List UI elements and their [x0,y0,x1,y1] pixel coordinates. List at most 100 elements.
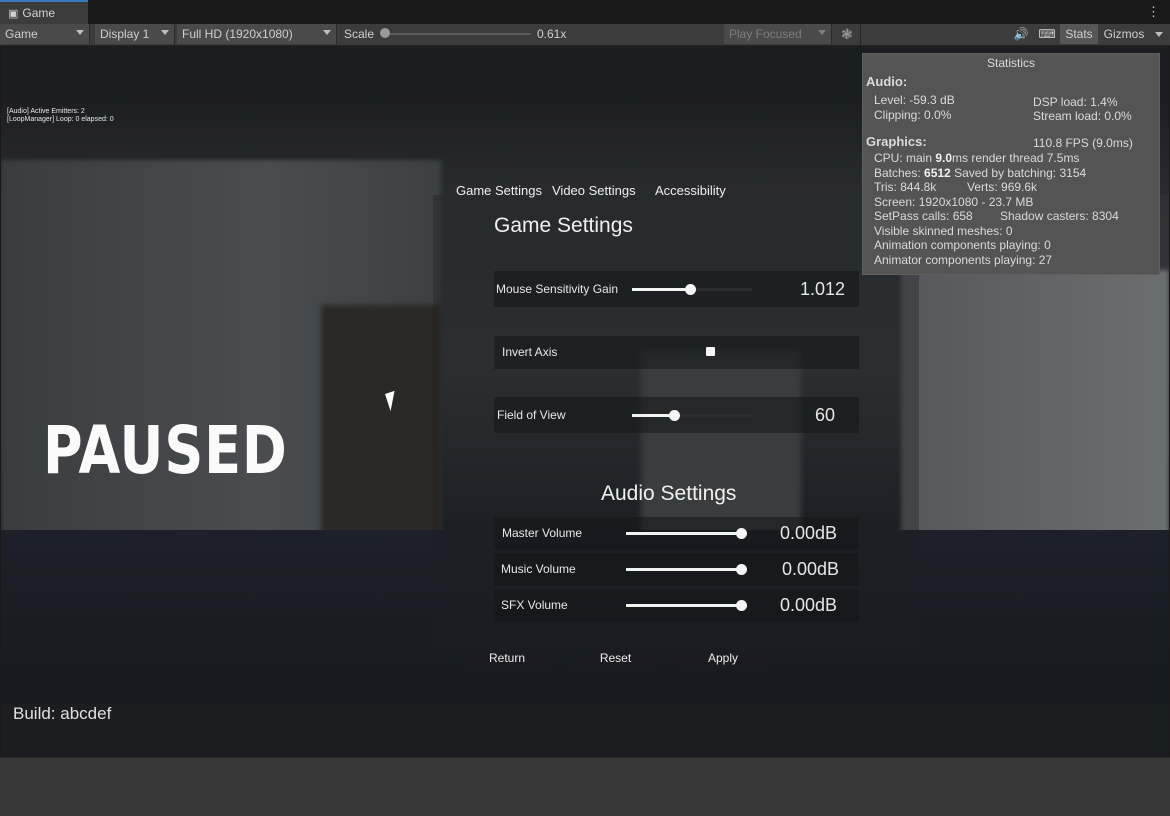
bug-icon[interactable]: ❃ [836,24,858,44]
stats-batches-suffix: Saved by batching: 3154 [950,166,1087,180]
slider-knob[interactable] [669,410,680,421]
window-tab-bar: ▣ Game ⋮ [0,0,1170,24]
return-button[interactable]: Return [459,647,555,669]
mouse-sensitivity-row: Mouse Sensitivity Gain 1.012 [494,271,859,307]
display-dropdown[interactable]: Display 1 [95,24,175,44]
resolution-dropdown[interactable]: Full HD (1920x1080) [177,24,337,44]
stats-batches-prefix: Batches: [874,166,925,180]
stats-clipping: Clipping: 0.0% [874,108,952,122]
music-volume-row: Music Volume 0.00dB [494,553,859,586]
game-tab[interactable]: ▣ Game [0,0,88,24]
stats-animator-components: Animator components playing: 27 [874,253,1053,267]
bottom-bar [0,757,1170,816]
gizmos-dropdown[interactable] [1150,24,1168,44]
stats-batches: Batches: 6512 Saved by batching: 3154 [874,166,1086,180]
stats-cpu-main: 9.0 [935,151,953,165]
statistics-title: Statistics [986,56,1035,70]
sfx-volume-label: SFX Volume [501,598,568,612]
toolbar-separator [860,24,861,45]
debug-overlay: [Audio] Active Emitters: 2 [LoopManager]… [7,108,114,124]
master-volume-label: Master Volume [502,526,583,540]
slider-fill [626,532,741,535]
stats-dsp-load: DSP load: 1.4% [1033,95,1118,109]
mouse-sensitivity-slider[interactable] [632,284,752,295]
slider-fill [632,288,690,291]
field-of-view-label: Field of View [497,408,566,422]
play-mode-label: Play Focused [729,27,802,41]
stats-screen: Screen: 1920x1080 - 23.7 MB [874,195,1034,209]
tab-game-settings[interactable]: Game Settings [456,183,542,198]
stats-shadow-casters: Shadow casters: 8304 [1000,209,1119,223]
chevron-down-icon [323,30,331,35]
more-options-icon[interactable]: ⋮ [1147,4,1160,20]
scale-label: Scale [344,27,375,41]
scene-shelf [321,305,441,535]
gizmos-toggle[interactable]: Gizmos [1099,24,1149,44]
speaker-icon[interactable]: 🔊 [1010,24,1032,44]
chevron-down-icon [818,30,826,35]
tab-video-settings[interactable]: Video Settings [552,183,636,198]
master-volume-value: 0.00dB [779,523,837,543]
invert-axis-checkbox[interactable] [706,347,715,356]
chevron-down-icon [1155,31,1163,37]
reset-button[interactable]: Reset [568,647,663,669]
build-label: Build: abcdef [13,704,112,723]
mouse-sensitivity-label: Mouse Sensitivity Gain [496,282,619,296]
paused-title: PAUSED [43,412,288,489]
slider-knob[interactable] [736,600,747,611]
game-view-toolbar: Game Display 1 Full HD (1920x1080) Scale… [0,24,1170,46]
slider-knob[interactable] [684,284,696,295]
view-mode-dropdown[interactable]: Game [0,24,90,44]
stats-stream-load: Stream load: 0.0% [1033,109,1132,123]
master-volume-slider[interactable] [626,528,747,539]
slider-fill [632,414,674,417]
music-volume-label: Music Volume [501,562,576,576]
statistics-panel: Statistics Audio: Level: -59.3 dB DSP lo… [862,53,1160,275]
play-mode-dropdown[interactable]: Play Focused [724,24,832,44]
audio-settings-title: Audio Settings [601,482,737,505]
master-volume-row: Master Volume 0.00dB [494,517,859,550]
stats-animation-components: Animation components playing: 0 [874,238,1051,252]
stats-batches-value: 6512 [924,166,951,180]
music-volume-slider[interactable] [626,564,747,575]
slider-fill [626,568,741,571]
view-mode-label: Game [5,27,38,41]
mouse-sensitivity-value: 1.012 [799,279,845,299]
stats-toggle[interactable]: Stats [1060,24,1098,44]
stats-skinned-meshes: Visible skinned meshes: 0 [874,224,1013,238]
slider-knob[interactable] [736,528,747,539]
slider-fill [626,604,741,607]
debug-line-audio: [Audio] Active Emitters: 2 [7,108,85,115]
chevron-down-icon [161,30,169,35]
stats-cpu: CPU: main 9.0ms render thread 7.5ms [874,151,1079,165]
sfx-volume-slider[interactable] [626,600,747,611]
stats-setpass: SetPass calls: 658 [874,209,973,223]
music-volume-value: 0.00dB [781,559,839,579]
field-of-view-slider[interactable] [632,410,752,421]
slider-knob[interactable] [736,564,747,575]
keyboard-icon[interactable]: ⌨ [1036,24,1058,44]
stats-audio-header: Audio: [866,74,908,89]
scale-slider[interactable] [380,24,532,44]
stats-cpu-prefix: CPU: main [874,151,936,165]
field-of-view-value: 60 [814,405,835,425]
scene-right-wall [901,270,1169,570]
invert-axis-row: Invert Axis [494,336,859,369]
resolution-label: Full HD (1920x1080) [182,27,293,41]
apply-button[interactable]: Apply [675,647,771,669]
stats-cpu-suffix: ms render thread 7.5ms [952,151,1080,165]
game-tab-label: Game [22,6,56,20]
scale-slider-knob[interactable] [380,28,390,38]
stats-verts: Verts: 969.6k [967,180,1038,194]
sfx-volume-value: 0.00dB [779,595,837,615]
debug-line-loop: [LoopManager] Loop: 0 elapsed: 0 [7,116,114,123]
game-settings-title: Game Settings [494,214,633,237]
scale-value: 0.61x [537,27,567,41]
tab-accessibility[interactable]: Accessibility [655,183,726,198]
chevron-down-icon [76,30,84,35]
stats-fps: 110.8 FPS (9.0ms) [1033,136,1133,150]
stats-audio-level: Level: -59.3 dB [874,93,955,107]
gamepad-icon: ▣ [8,7,19,20]
field-of-view-row: Field of View 60 [494,397,859,433]
display-label: Display 1 [100,27,150,41]
